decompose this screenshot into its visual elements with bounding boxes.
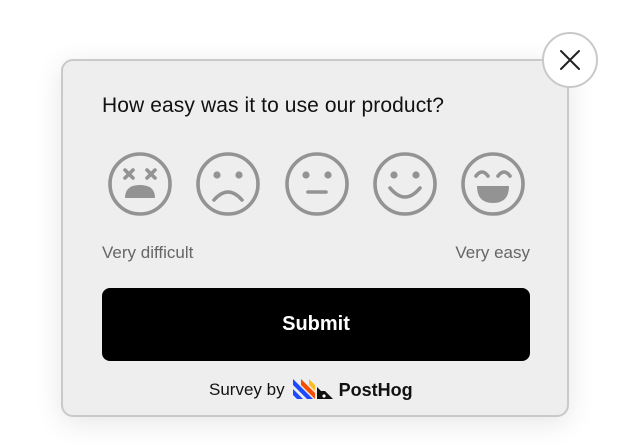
scale-high-label: Very easy: [455, 243, 530, 262]
survey-stage: How easy was it to use our product? Very…: [0, 0, 635, 444]
smiling-face-icon: [373, 152, 437, 216]
laughing-face-icon: [461, 152, 525, 216]
brand-name: PostHog: [338, 379, 413, 400]
rating-option-5[interactable]: [459, 150, 527, 218]
close-button[interactable]: [542, 32, 598, 88]
dizzy-face-icon: [108, 152, 172, 216]
rating-scale: [106, 150, 530, 218]
survey-branding[interactable]: Survey by PostHog: [209, 377, 413, 403]
rating-option-2[interactable]: [194, 150, 262, 218]
neutral-face-icon: [285, 152, 349, 216]
survey-question: How easy was it to use our product?: [102, 94, 445, 117]
rating-option-4[interactable]: [371, 150, 439, 218]
close-icon: [560, 50, 580, 70]
rating-option-1[interactable]: [106, 150, 174, 218]
submit-button[interactable]: Submit: [102, 288, 530, 361]
rating-option-3[interactable]: [283, 150, 351, 218]
posthog-logo-icon: [292, 377, 333, 404]
scale-low-label: Very difficult: [102, 243, 194, 262]
branding-prefix: Survey by: [209, 380, 285, 399]
frowning-face-icon: [196, 152, 260, 216]
